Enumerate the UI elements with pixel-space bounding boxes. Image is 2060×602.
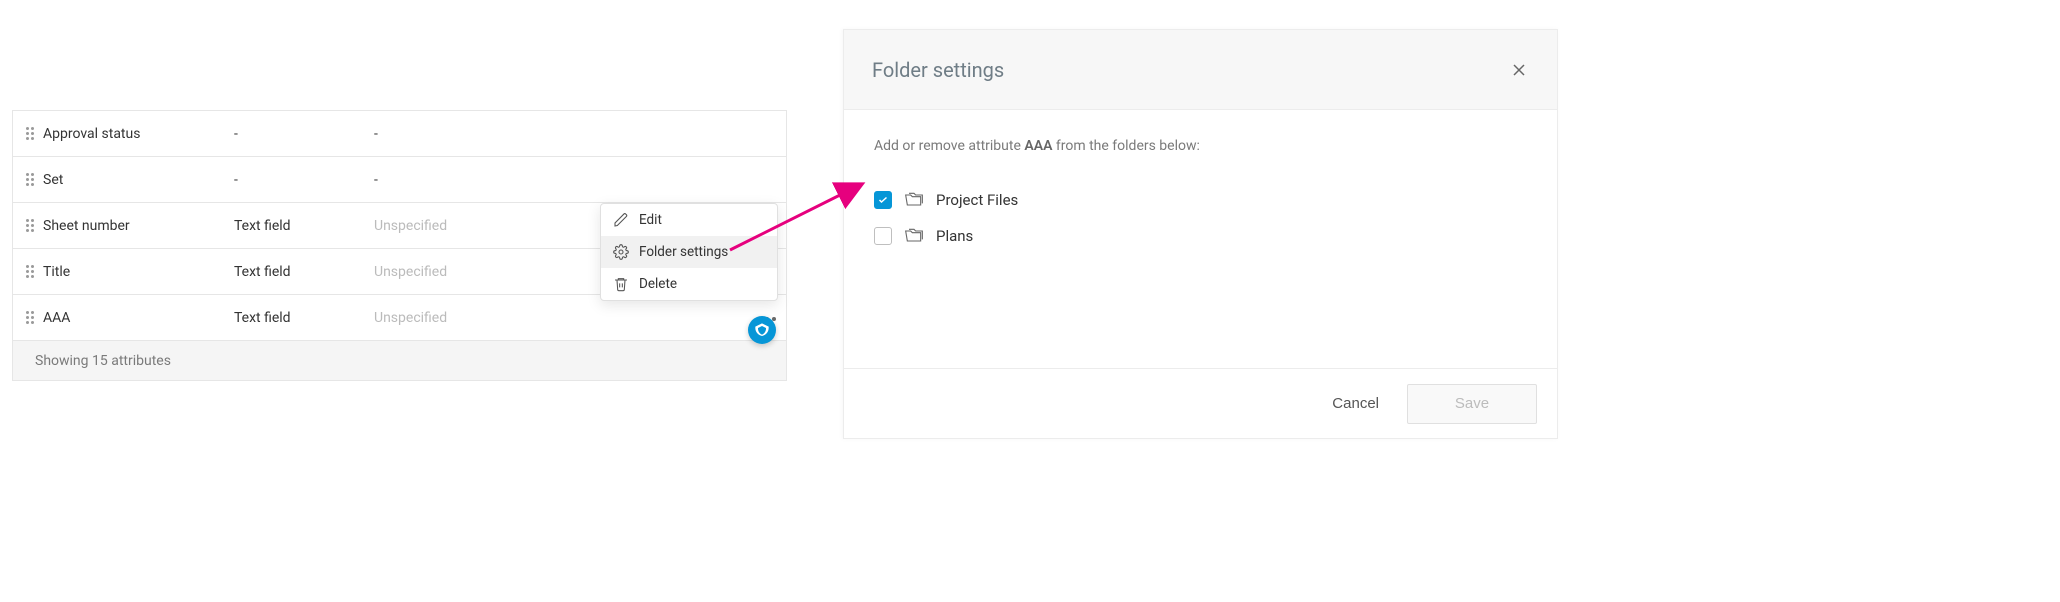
- menu-folder-settings[interactable]: Folder settings: [601, 236, 777, 268]
- panel-footer: Cancel Save: [844, 368, 1557, 438]
- attr-name: AAA: [39, 310, 234, 326]
- folder-item: Project Files: [874, 182, 1527, 218]
- panel-title: Folder settings: [872, 58, 1004, 82]
- attr-required: Unspecified: [374, 310, 544, 326]
- attr-type: -: [234, 126, 374, 142]
- gear-icon: [613, 244, 629, 260]
- save-button[interactable]: Save: [1407, 384, 1537, 424]
- attr-required: -: [374, 126, 544, 142]
- menu-edit-label: Edit: [639, 212, 662, 228]
- folder-icon: [904, 191, 924, 209]
- menu-edit[interactable]: Edit: [601, 204, 777, 236]
- folder-label: Plans: [936, 227, 973, 245]
- menu-delete[interactable]: Delete: [601, 268, 777, 300]
- close-icon[interactable]: [1509, 60, 1529, 80]
- pencil-icon: [613, 212, 629, 228]
- cancel-button[interactable]: Cancel: [1322, 387, 1389, 420]
- instr-suffix: from the folders below:: [1052, 138, 1199, 154]
- drag-handle-icon[interactable]: [21, 264, 39, 280]
- folder-list: Project Files Plans: [874, 182, 1527, 254]
- attr-type: Text field: [234, 218, 374, 234]
- attr-required: -: [374, 172, 544, 188]
- panel-header: Folder settings: [844, 30, 1557, 110]
- menu-delete-label: Delete: [639, 276, 677, 292]
- folder-settings-panel: Folder settings Add or remove attribute …: [843, 29, 1558, 439]
- attr-type: -: [234, 172, 374, 188]
- attr-type: Text field: [234, 264, 374, 280]
- attr-required: Unspecified: [374, 264, 544, 280]
- drag-handle-icon[interactable]: [21, 310, 39, 326]
- help-fab-button[interactable]: [748, 316, 776, 344]
- context-menu: Edit Folder settings Delete: [600, 203, 778, 301]
- folder-icon: [904, 227, 924, 245]
- panel-body: Add or remove attribute AAA from the fol…: [844, 110, 1557, 368]
- panel-instructions: Add or remove attribute AAA from the fol…: [874, 138, 1527, 154]
- folder-checkbox[interactable]: [874, 227, 892, 245]
- folder-item: Plans: [874, 218, 1527, 254]
- menu-folder-settings-label: Folder settings: [639, 244, 728, 260]
- table-row[interactable]: Approval status - -: [13, 110, 786, 156]
- drag-handle-icon[interactable]: [21, 218, 39, 234]
- folder-label: Project Files: [936, 191, 1018, 209]
- folder-checkbox[interactable]: [874, 191, 892, 209]
- attr-required: Unspecified: [374, 218, 544, 234]
- attr-type: Text field: [234, 310, 374, 326]
- instr-attr-name: AAA: [1024, 138, 1052, 154]
- attr-name: Title: [39, 264, 234, 280]
- drag-handle-icon[interactable]: [21, 172, 39, 188]
- trash-icon: [613, 276, 629, 292]
- attr-name: Approval status: [39, 126, 234, 142]
- drag-handle-icon[interactable]: [21, 126, 39, 142]
- table-footer: Showing 15 attributes: [13, 340, 786, 380]
- attr-name: Set: [39, 172, 234, 188]
- attr-name: Sheet number: [39, 218, 234, 234]
- table-row[interactable]: Set - -: [13, 156, 786, 202]
- instr-prefix: Add or remove attribute: [874, 138, 1024, 154]
